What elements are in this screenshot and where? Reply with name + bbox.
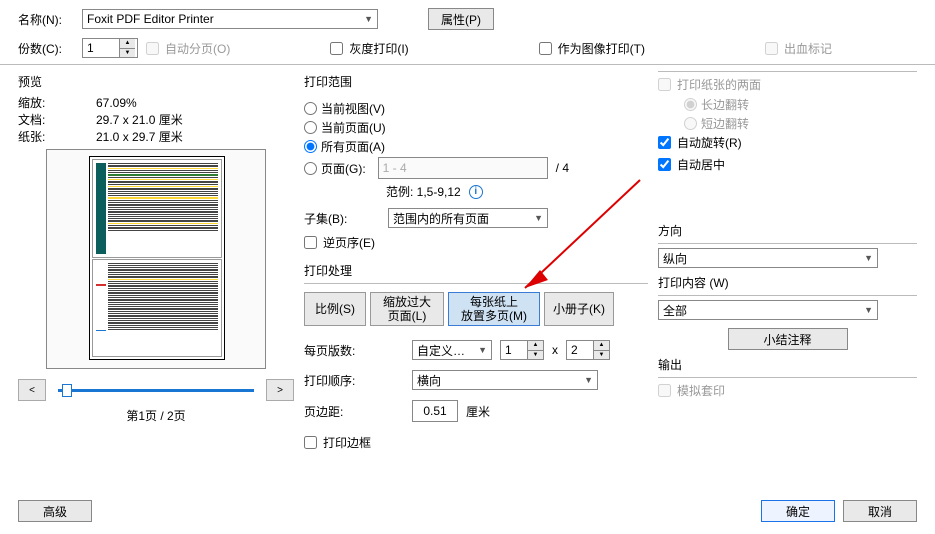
cols-spinner[interactable]: ▲▼: [500, 340, 544, 360]
preview-slider[interactable]: [58, 389, 254, 392]
grayscale-checkbox[interactable]: 灰度打印(I): [330, 40, 408, 57]
preview-next-button[interactable]: >: [266, 379, 294, 401]
chevron-down-icon: ▼: [584, 375, 593, 385]
auto-rotate-checkbox[interactable]: 自动旋转(R): [658, 134, 742, 151]
page-margin-unit: 厘米: [466, 403, 490, 420]
printer-name-label: 名称(N):: [18, 11, 74, 28]
properties-button[interactable]: 属性(P): [428, 8, 494, 30]
auto-center-checkbox[interactable]: 自动居中: [658, 156, 725, 173]
range-pages-input: [378, 157, 548, 179]
doc-size-label: 文档:: [18, 111, 58, 128]
printer-top-section: 名称(N): Foxit PDF Editor Printer ▼ 属性(P) …: [0, 0, 935, 65]
range-pages-total: / 4: [556, 161, 569, 175]
preview-panel: 预览 缩放: 67.09% 文档: 29.7 x 21.0 厘米 纸张: 21.0 x…: [18, 71, 294, 458]
printer-select-value: Foxit PDF Editor Printer: [87, 12, 214, 26]
dialog-footer: 高级 确定 取消: [18, 500, 917, 522]
up-icon[interactable]: ▲: [593, 341, 609, 351]
flip-long-radio: [684, 98, 697, 111]
pages-per-sheet-label: 每页版数:: [304, 342, 404, 359]
copies-up-icon[interactable]: ▲: [119, 39, 135, 49]
both-sides-checkbox: 打印纸张的两面: [658, 76, 761, 93]
advanced-button[interactable]: 高级: [18, 500, 92, 522]
doc-size-value: 29.7 x 21.0 厘米: [96, 111, 183, 128]
copies-down-icon[interactable]: ▼: [119, 49, 135, 58]
range-sample-label: 范例: 1,5-9,12: [386, 183, 461, 200]
rows-input[interactable]: [567, 341, 593, 359]
chevron-down-icon: ▼: [534, 213, 543, 223]
bleed-marks-checkbox: 出血标记: [765, 40, 832, 57]
copies-label: 份数(C):: [18, 40, 74, 57]
tab-poster[interactable]: 缩放过大 页面(L): [370, 292, 444, 326]
range-title: 打印范围: [304, 73, 648, 90]
chevron-down-icon: ▼: [864, 253, 873, 263]
content-title: 打印内容 (W): [658, 274, 917, 291]
middle-panel: 打印范围 当前视图(V) 当前页面(U) 所有页面(A) 页面(G): / 4 …: [304, 71, 648, 458]
subset-select[interactable]: 范围内的所有页面 ▼: [388, 208, 548, 228]
range-pages-radio[interactable]: [304, 162, 317, 175]
flip-short-radio: [684, 117, 697, 130]
preview-page-status: 第1页 / 2页: [18, 407, 294, 424]
cancel-button[interactable]: 取消: [843, 500, 917, 522]
range-current-page-radio[interactable]: [304, 121, 317, 134]
paper-size-label: 纸张:: [18, 128, 58, 145]
orientation-title: 方向: [658, 222, 917, 239]
ok-button[interactable]: 确定: [761, 500, 835, 522]
preview-canvas: [46, 149, 266, 369]
pages-per-sheet-select[interactable]: 自定义… ▼: [412, 340, 492, 360]
chevron-down-icon: ▼: [364, 14, 373, 24]
simulate-overprint-checkbox: 模拟套印: [658, 382, 725, 399]
content-select[interactable]: 全部 ▼: [658, 300, 878, 320]
cols-input[interactable]: [501, 341, 527, 359]
chevron-down-icon: ▼: [864, 305, 873, 315]
print-order-select[interactable]: 横向 ▼: [412, 370, 598, 390]
printer-select[interactable]: Foxit PDF Editor Printer ▼: [82, 9, 378, 29]
page-margin-label: 页边距:: [304, 403, 404, 420]
output-title: 输出: [658, 356, 917, 373]
preview-title: 预览: [18, 73, 294, 90]
preview-prev-button[interactable]: <: [18, 379, 46, 401]
orientation-select[interactable]: 纵向 ▼: [658, 248, 878, 268]
right-panel: 打印纸张的两面 长边翻转 短边翻转 自动旋转(R) 自动居中 方向 纵向 ▼ 打…: [658, 71, 917, 458]
up-icon[interactable]: ▲: [527, 341, 543, 351]
print-order-label: 打印顺序:: [304, 372, 404, 389]
info-icon[interactable]: i: [469, 185, 483, 199]
handling-title: 打印处理: [304, 262, 648, 279]
copies-spinner[interactable]: ▲ ▼: [82, 38, 138, 58]
print-border-checkbox[interactable]: 打印边框: [304, 434, 371, 451]
tab-multi-per-sheet[interactable]: 每张纸上 放置多页(M): [448, 292, 540, 326]
tab-scale[interactable]: 比例(S): [304, 292, 366, 326]
zoom-label: 缩放:: [18, 94, 58, 111]
subset-label: 子集(B):: [304, 210, 360, 227]
multiply-label: x: [552, 343, 558, 357]
summarize-button[interactable]: 小结注释: [728, 328, 848, 350]
print-as-image-checkbox[interactable]: 作为图像打印(T): [539, 40, 645, 57]
chevron-down-icon: ▼: [478, 345, 487, 355]
collate-checkbox: 自动分页(O): [146, 40, 230, 57]
page-margin-input[interactable]: [412, 400, 458, 422]
down-icon[interactable]: ▼: [527, 351, 543, 360]
range-all-pages-radio[interactable]: [304, 140, 317, 153]
down-icon[interactable]: ▼: [593, 351, 609, 360]
rows-spinner[interactable]: ▲▼: [566, 340, 610, 360]
zoom-value: 67.09%: [96, 96, 137, 110]
tab-booklet[interactable]: 小册子(K): [544, 292, 614, 326]
copies-input[interactable]: [83, 39, 119, 57]
paper-size-value: 21.0 x 29.7 厘米: [96, 128, 183, 145]
reverse-order-checkbox[interactable]: 逆页序(E): [304, 234, 375, 251]
preview-slider-thumb[interactable]: [62, 384, 72, 397]
range-current-view-radio[interactable]: [304, 102, 317, 115]
